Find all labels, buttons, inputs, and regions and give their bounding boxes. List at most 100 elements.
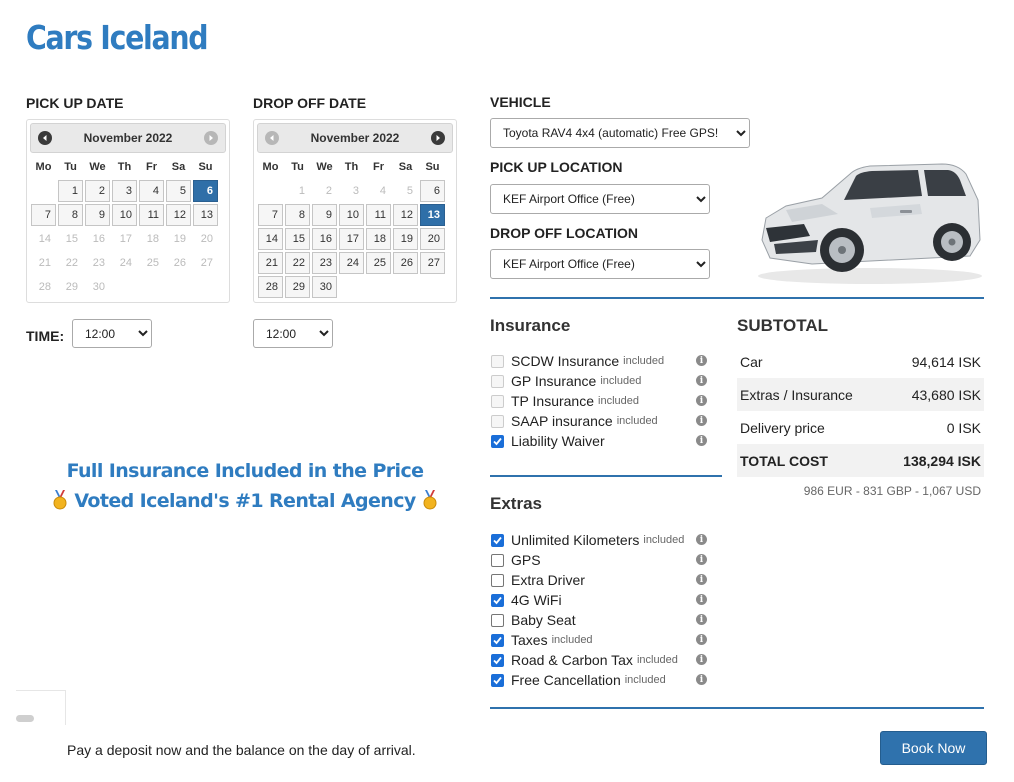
chat-widget[interactable] [16,690,66,725]
prev-month-icon[interactable] [265,131,279,145]
next-month-icon[interactable] [204,131,218,145]
calendar-day[interactable]: 27 [420,252,445,274]
info-icon[interactable]: i [696,435,707,446]
calendar-day[interactable]: 10 [339,204,364,226]
calendar-day[interactable]: 12 [166,204,191,226]
info-icon[interactable]: i [696,634,707,645]
calendar-day[interactable]: 9 [85,204,110,226]
brand-logo[interactable]: Cars Iceland [26,18,209,57]
calendar-day[interactable]: 20 [420,228,445,250]
calendar-day-selected[interactable]: 13 [420,204,445,226]
calendar-day[interactable]: 4 [139,180,164,202]
included-note: included [551,634,593,646]
calendar-day[interactable]: 11 [366,204,391,226]
book-now-button[interactable]: Book Now [880,731,987,765]
subtotal-value: 94,614 ISK [911,353,981,370]
option-label: GP Insurance [511,373,597,389]
extras-option[interactable]: GPS [491,550,541,570]
dropoff-location-label: DROP OFF LOCATION [490,225,639,241]
pickup-location-select[interactable]: KEF Airport Office (Free) [490,184,710,214]
checkbox[interactable] [491,553,504,567]
calendar-day: 15 [65,233,78,245]
calendar-day[interactable]: 14 [258,228,283,250]
extras-option[interactable]: Road & Carbon Tax included [491,650,678,670]
calendar-day[interactable]: 23 [312,252,337,274]
calendar-day[interactable]: 29 [285,276,310,298]
checkbox[interactable] [491,633,504,647]
pickup-time-select[interactable]: 12:00 [72,319,152,348]
divider-top [490,297,984,299]
info-icon[interactable]: i [696,395,707,406]
calendar-day[interactable]: 19 [393,228,418,250]
calendar-day[interactable]: 30 [312,276,337,298]
calendar-day[interactable]: 9 [312,204,337,226]
calendar-day[interactable]: 8 [285,204,310,226]
next-month-icon[interactable] [431,131,445,145]
calendar-day[interactable]: 21 [258,252,283,274]
included-note: included [598,395,639,407]
subtotal-value: 43,680 ISK [911,386,981,403]
insurance-option[interactable]: Liability Waiver [491,431,605,451]
checkbox[interactable] [491,573,504,587]
calendar-day[interactable]: 25 [366,252,391,274]
calendar-day[interactable]: 15 [285,228,310,250]
calendar-day[interactable]: 6 [420,180,445,202]
extras-option[interactable]: Unlimited Kilometers included [491,530,684,550]
calendar-day[interactable]: 11 [139,204,164,226]
info-icon[interactable]: i [696,375,707,386]
extras-option[interactable]: Free Cancellation included [491,670,666,690]
checkbox[interactable] [491,533,504,547]
info-icon[interactable]: i [696,674,707,685]
calendar-day: 26 [173,257,186,269]
info-icon[interactable]: i [696,574,707,585]
calendar-day[interactable]: 24 [339,252,364,274]
dropoff-location-select[interactable]: KEF Airport Office (Free) [490,249,710,279]
calendar-day[interactable]: 7 [31,204,56,226]
calendar-day[interactable]: 1 [58,180,83,202]
checkbox[interactable] [491,593,504,607]
calendar-day[interactable]: 18 [366,228,391,250]
prev-month-icon[interactable] [38,131,52,145]
calendar-day[interactable]: 13 [193,204,218,226]
calendar-day: 19 [173,233,186,245]
calendar-day[interactable]: 16 [312,228,337,250]
calendar-day[interactable]: 5 [166,180,191,202]
calendar-day[interactable]: 22 [285,252,310,274]
chat-widget-handle[interactable] [16,715,34,722]
medal-icon [423,490,437,510]
calendar-day: 23 [92,257,105,269]
calendar-day[interactable]: 10 [112,204,137,226]
checkbox[interactable] [491,673,504,687]
info-icon[interactable]: i [696,415,707,426]
calendar-day[interactable]: 3 [112,180,137,202]
extras-option[interactable]: Extra Driver [491,570,585,590]
calendar-day[interactable]: 26 [393,252,418,274]
info-icon[interactable]: i [696,534,707,545]
checkbox[interactable] [491,613,504,627]
weekday-header: Th [344,161,359,173]
info-icon[interactable]: i [696,654,707,665]
calendar-day: 28 [38,281,51,293]
info-icon[interactable]: i [696,554,707,565]
calendar-day[interactable]: 12 [393,204,418,226]
dropoff-time-select[interactable]: 12:00 [253,319,333,348]
option-label: Free Cancellation [511,672,621,688]
calendar-day[interactable]: 2 [85,180,110,202]
option-label: SAAP insurance [511,413,613,429]
weekday-header: Tu [291,161,304,173]
calendar-day[interactable]: 7 [258,204,283,226]
checkbox[interactable] [491,653,504,667]
checkbox[interactable] [491,434,504,448]
calendar-day[interactable]: 17 [339,228,364,250]
info-icon[interactable]: i [696,594,707,605]
extras-option[interactable]: 4G WiFi [491,590,562,610]
extras-option[interactable]: Taxes included [491,630,593,650]
info-icon[interactable]: i [696,355,707,366]
calendar-day[interactable]: 8 [58,204,83,226]
calendar-day: 29 [65,281,78,293]
extras-option[interactable]: Baby Seat [491,610,576,630]
calendar-day[interactable]: 28 [258,276,283,298]
calendar-day-selected[interactable]: 6 [193,180,218,202]
vehicle-select[interactable]: Toyota RAV4 4x4 (automatic) Free GPS! [490,118,750,148]
info-icon[interactable]: i [696,614,707,625]
